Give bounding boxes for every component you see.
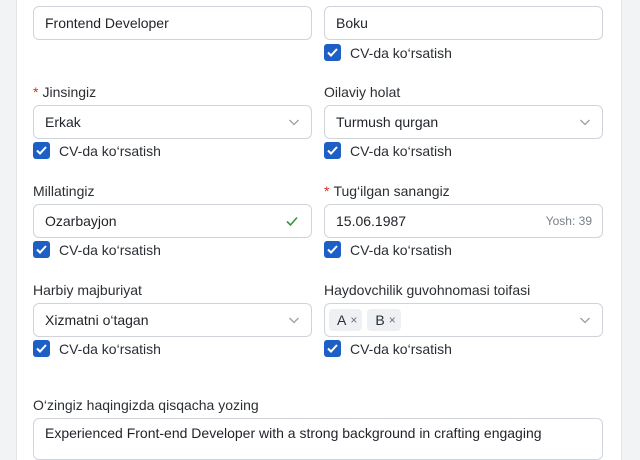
marital-show-cv-label: CV-da ko‘rsatish — [350, 142, 452, 159]
military-select[interactable]: Xizmatni o‘tagan — [33, 303, 312, 337]
gender-value: Erkak — [45, 114, 81, 130]
nationality-show-cv-checkbox[interactable]: CV-da ko‘rsatish — [33, 241, 161, 258]
license-tag: A × — [329, 309, 363, 331]
gender-show-cv-label: CV-da ko‘rsatish — [59, 142, 161, 159]
nationality-value: Ozarbayjon — [45, 213, 117, 229]
checkbox-checked-icon — [324, 142, 341, 159]
license-tag-label: A — [337, 312, 347, 328]
nationality-label: Millatingiz — [33, 183, 95, 199]
marital-label: Oilaviy holat — [324, 84, 401, 100]
marital-select[interactable]: Turmush qurgan — [324, 105, 603, 139]
chevron-down-icon — [580, 119, 590, 126]
city-show-cv-checkbox[interactable]: CV-da ko‘rsatish — [324, 44, 452, 61]
license-multiselect[interactable]: A × B × — [324, 303, 603, 337]
chevron-down-icon — [580, 317, 590, 324]
birthdate-label: * Tug‘ilgan sanangiz — [324, 183, 450, 199]
checkbox-checked-icon — [324, 241, 341, 258]
about-label: O‘zingiz haqingizda qisqacha yozing — [33, 397, 259, 413]
about-text: Experienced Front-end Developer with a s… — [45, 425, 542, 441]
gender-select[interactable]: Erkak — [33, 105, 312, 139]
city-input[interactable]: Boku — [324, 6, 603, 40]
required-marker: * — [324, 183, 330, 199]
license-show-cv-checkbox[interactable]: CV-da ko‘rsatish — [324, 340, 452, 357]
valid-check-icon — [286, 216, 298, 227]
license-tag: B × — [367, 309, 401, 331]
license-show-cv-label: CV-da ko‘rsatish — [350, 340, 452, 357]
birthdate-value: 15.06.1987 — [336, 213, 407, 229]
checkbox-checked-icon — [324, 340, 341, 357]
checkbox-checked-icon — [324, 44, 341, 61]
about-textarea[interactable]: Experienced Front-end Developer with a s… — [33, 418, 603, 460]
military-value: Xizmatni o‘tagan — [45, 312, 149, 328]
license-label: Haydovchilik guvohnomasi toifasi — [324, 282, 531, 298]
gender-show-cv-checkbox[interactable]: CV-da ko‘rsatish — [33, 142, 161, 159]
birthdate-input[interactable]: 15.06.1987 Yosh: 39 — [324, 204, 603, 238]
license-tags: A × B × — [325, 309, 579, 331]
checkbox-checked-icon — [33, 340, 50, 357]
city-show-cv-label: CV-da ko‘rsatish — [350, 44, 452, 61]
checkbox-checked-icon — [33, 241, 50, 258]
marital-show-cv-checkbox[interactable]: CV-da ko‘rsatish — [324, 142, 452, 159]
birthdate-show-cv-label: CV-da ko‘rsatish — [350, 241, 452, 258]
military-label: Harbiy majburiyat — [33, 282, 142, 298]
job-title-input[interactable]: Frontend Developer — [33, 6, 312, 40]
remove-tag-icon[interactable]: × — [350, 313, 357, 327]
nationality-input[interactable]: Ozarbayjon — [33, 204, 312, 238]
military-show-cv-label: CV-da ko‘rsatish — [59, 340, 161, 357]
marital-value: Turmush qurgan — [336, 114, 439, 130]
checkbox-checked-icon — [33, 142, 50, 159]
chevron-down-icon — [289, 119, 299, 126]
birthdate-show-cv-checkbox[interactable]: CV-da ko‘rsatish — [324, 241, 452, 258]
license-tag-label: B — [375, 312, 385, 328]
city-value: Boku — [336, 15, 368, 31]
required-marker: * — [33, 84, 39, 100]
remove-tag-icon[interactable]: × — [389, 313, 396, 327]
military-show-cv-checkbox[interactable]: CV-da ko‘rsatish — [33, 340, 161, 357]
gender-label: * Jinsingiz — [33, 84, 96, 100]
gender-label-text: Jinsingiz — [42, 84, 97, 100]
age-readout: Yosh: 39 — [545, 214, 592, 228]
job-title-value: Frontend Developer — [45, 15, 169, 31]
nationality-show-cv-label: CV-da ko‘rsatish — [59, 241, 161, 258]
birthdate-label-text: Tug‘ilgan sanangiz — [333, 183, 450, 199]
chevron-down-icon — [289, 317, 299, 324]
